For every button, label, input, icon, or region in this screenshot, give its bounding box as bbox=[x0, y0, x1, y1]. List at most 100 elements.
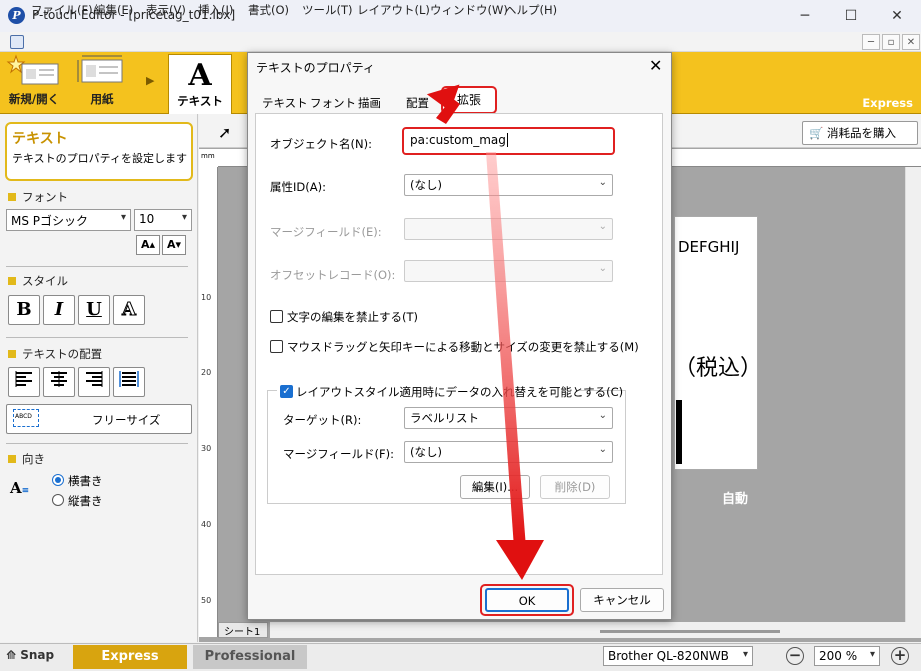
snap-label: Snap bbox=[20, 648, 55, 662]
mdi-minimize-button[interactable]: ─ bbox=[862, 34, 880, 50]
cancel-button[interactable]: キャンセル bbox=[580, 588, 664, 612]
mdi-close-button[interactable]: ✕ bbox=[902, 34, 920, 50]
font-name-select[interactable]: MS Pゴシック ▾ bbox=[6, 209, 131, 231]
cart-icon: 🛒 bbox=[809, 126, 824, 140]
ruler-unit: mm bbox=[199, 149, 218, 167]
text-tab-label: テキスト bbox=[177, 94, 223, 108]
minimize-button[interactable]: ─ bbox=[782, 0, 828, 32]
bold-button[interactable]: B bbox=[8, 295, 40, 325]
font-size-select[interactable]: 10 ▾ bbox=[134, 209, 192, 231]
paper-icon bbox=[77, 55, 123, 83]
ok-button[interactable]: OK bbox=[485, 588, 569, 612]
horizontal-scroll-slider[interactable] bbox=[600, 630, 780, 633]
menu-view[interactable]: 表示(V) bbox=[146, 2, 186, 18]
dialog-title: テキストのプロパティ bbox=[256, 61, 375, 75]
paper-button[interactable]: 用紙 bbox=[74, 54, 130, 112]
merge-field2-select[interactable]: (なし) ⌄ bbox=[404, 441, 613, 463]
professional-mode-button[interactable]: Professional bbox=[193, 645, 307, 669]
offset-record-select: ⌄ bbox=[404, 260, 613, 282]
underline-button[interactable]: U bbox=[78, 295, 110, 325]
free-size-icon: ABCD bbox=[13, 409, 39, 427]
italic-button[interactable]: I bbox=[43, 295, 75, 325]
menu-help[interactable]: ヘルプ(H) bbox=[505, 2, 557, 18]
vertical-radio[interactable] bbox=[52, 494, 64, 506]
align-center-button[interactable] bbox=[43, 367, 75, 397]
vertical-scrollbar[interactable] bbox=[905, 167, 921, 637]
menu-insert[interactable]: 挿入(I) bbox=[198, 2, 233, 18]
font-shrink-button[interactable]: A▾ bbox=[162, 235, 186, 255]
text-tab-button[interactable]: A テキスト bbox=[168, 54, 232, 114]
menu-window[interactable]: ウィンドウ(W) bbox=[430, 2, 508, 18]
menu-edit[interactable]: 編集(E) bbox=[94, 2, 133, 18]
snap-button[interactable]: ⟰ Snap bbox=[6, 648, 54, 662]
ruler-label: 10 bbox=[201, 293, 212, 302]
font-name-value: MS Pゴシック bbox=[11, 214, 89, 228]
no-edit-text-checkbox[interactable] bbox=[270, 310, 283, 323]
target-value: ラベルリスト bbox=[410, 411, 479, 425]
new-open-label: 新規/開く bbox=[8, 92, 60, 106]
select-arrow-icon[interactable]: ➚ bbox=[218, 123, 231, 142]
menu-tools[interactable]: ツール(T) bbox=[302, 2, 353, 18]
label-text-alphabet[interactable]: DEFGHIJ bbox=[678, 238, 739, 256]
target-select[interactable]: ラベルリスト ⌄ bbox=[404, 407, 613, 429]
divider bbox=[6, 266, 188, 267]
zoom-in-button[interactable]: + bbox=[891, 647, 909, 665]
maximize-button[interactable]: ☐ bbox=[828, 0, 874, 32]
no-move-resize-checkbox[interactable] bbox=[270, 340, 283, 353]
chevron-down-icon: ⌄ bbox=[598, 177, 607, 188]
ruler-label: 20 bbox=[201, 368, 212, 377]
merge-field2-label: マージフィールド(F): bbox=[283, 447, 395, 461]
allow-replace-checkbox[interactable]: ✓ bbox=[280, 385, 293, 398]
menu-format[interactable]: 書式(O) bbox=[248, 2, 289, 18]
style-section-label: スタイル bbox=[8, 273, 68, 289]
tab-draw[interactable]: 描画 bbox=[352, 93, 387, 114]
object-name-value: pa:custom_mag bbox=[410, 133, 506, 147]
label-text-tax[interactable]: （税込） bbox=[674, 350, 762, 382]
divider bbox=[6, 337, 188, 338]
ruler-label: 40 bbox=[201, 520, 212, 529]
label-barcode-bar[interactable] bbox=[676, 400, 682, 464]
object-name-input[interactable]: pa:custom_mag bbox=[402, 127, 615, 155]
align-right-icon bbox=[86, 371, 103, 387]
zoom-out-button[interactable]: − bbox=[786, 647, 804, 665]
chevron-down-icon: ⌄ bbox=[598, 221, 607, 232]
new-open-icon bbox=[6, 54, 59, 85]
document-icon[interactable] bbox=[10, 35, 24, 49]
target-label: ターゲット(R): bbox=[283, 413, 362, 427]
font-grow-button[interactable]: A▴ bbox=[136, 235, 160, 255]
printer-select[interactable]: Brother QL-820NWB ▾ bbox=[603, 646, 753, 666]
ribbon-mode-label: Express bbox=[862, 96, 913, 110]
menu-layout[interactable]: レイアウト(L) bbox=[357, 2, 430, 18]
align-right-button[interactable] bbox=[78, 367, 110, 397]
attr-id-select[interactable]: (なし) ⌄ bbox=[404, 174, 613, 196]
new-open-button[interactable]: 新規/開く bbox=[3, 54, 65, 112]
attr-id-value: (なし) bbox=[410, 178, 442, 192]
free-size-button[interactable]: ABCD フリーサイズ bbox=[6, 404, 192, 434]
align-justify-button[interactable] bbox=[113, 367, 145, 397]
sheet-tab[interactable]: シート1 bbox=[218, 622, 268, 638]
horizontal-radio[interactable] bbox=[52, 474, 64, 486]
mdi-restore-button[interactable]: ▫ bbox=[882, 34, 900, 50]
merge-field-select: ⌄ bbox=[404, 218, 613, 240]
dialog-close-icon[interactable]: ✕ bbox=[649, 56, 662, 75]
object-name-label: オブジェクト名(N): bbox=[270, 137, 372, 151]
express-mode-button[interactable]: Express bbox=[73, 645, 187, 669]
tab-layout[interactable]: 配置 bbox=[400, 93, 435, 114]
outline-style-button[interactable]: A bbox=[113, 295, 145, 325]
ruler-label: 30 bbox=[201, 444, 212, 453]
font-section-label: フォント bbox=[8, 189, 68, 205]
align-section-label: テキストの配置 bbox=[8, 346, 102, 362]
divider bbox=[6, 443, 188, 444]
tab-extended[interactable]: 拡張 bbox=[441, 86, 497, 114]
merge-field2-value: (なし) bbox=[410, 445, 442, 459]
buy-supplies-button[interactable]: 🛒 消耗品を購入 bbox=[802, 121, 918, 145]
text-glyph-icon: A bbox=[188, 58, 212, 93]
close-button[interactable]: ✕ bbox=[874, 0, 920, 32]
menu-file[interactable]: ファイル(F) bbox=[31, 2, 93, 18]
align-left-button[interactable] bbox=[8, 367, 40, 397]
no-move-resize-label: マウスドラッグと矢印キーによる移動とサイズの変更を禁止する(M) bbox=[287, 340, 639, 354]
edit-button[interactable]: 編集(I)... bbox=[460, 475, 530, 499]
zoom-select[interactable]: 200 % ▾ bbox=[814, 646, 880, 666]
no-edit-text-label: 文字の編集を禁止する(T) bbox=[287, 310, 418, 324]
ribbon-arrow-icon: ▶ bbox=[146, 74, 155, 87]
